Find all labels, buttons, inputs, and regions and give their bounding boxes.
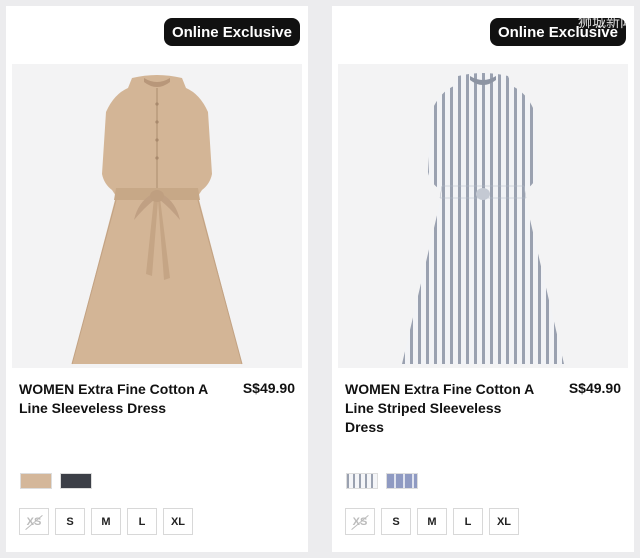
dress-image <box>402 73 564 364</box>
online-exclusive-badge: Online Exclusive <box>163 18 300 46</box>
color-swatch-blue[interactable] <box>386 473 419 489</box>
watermark-text: 狮城新闻 <box>578 15 634 31</box>
color-swatch-striped[interactable] <box>346 473 378 489</box>
size-option-xs[interactable]: XS <box>345 508 375 535</box>
size-options: XS S M L XL <box>19 508 199 535</box>
color-swatches <box>346 473 422 489</box>
size-option-s[interactable]: S <box>381 508 411 535</box>
product-card[interactable]: Online Exclusive WOMEN Extra Fine Cotton… <box>332 6 634 552</box>
size-options: XS S M L XL <box>345 508 525 535</box>
product-title[interactable]: WOMEN Extra Fine Cotton A Line Striped S… <box>345 380 535 437</box>
product-title[interactable]: WOMEN Extra Fine Cotton A Line Sleeveles… <box>19 380 209 418</box>
size-option-l[interactable]: L <box>127 508 157 535</box>
product-image[interactable] <box>12 64 302 368</box>
size-option-s[interactable]: S <box>55 508 85 535</box>
product-card[interactable]: Online Exclusive WOMEN Extra Fine Cotton… <box>6 6 308 552</box>
size-option-xl[interactable]: XL <box>163 508 193 535</box>
size-option-m[interactable]: M <box>91 508 121 535</box>
product-price: S$49.90 <box>568 380 621 396</box>
color-swatch-navy[interactable] <box>60 473 93 489</box>
product-image[interactable] <box>338 64 628 368</box>
size-option-m[interactable]: M <box>417 508 447 535</box>
size-option-xs[interactable]: XS <box>19 508 49 535</box>
color-swatch-beige[interactable] <box>20 473 52 489</box>
size-option-l[interactable]: L <box>453 508 483 535</box>
product-price: S$49.90 <box>242 380 295 396</box>
size-option-xl[interactable]: XL <box>489 508 519 535</box>
color-swatches <box>20 473 96 489</box>
dress-image <box>71 75 243 365</box>
